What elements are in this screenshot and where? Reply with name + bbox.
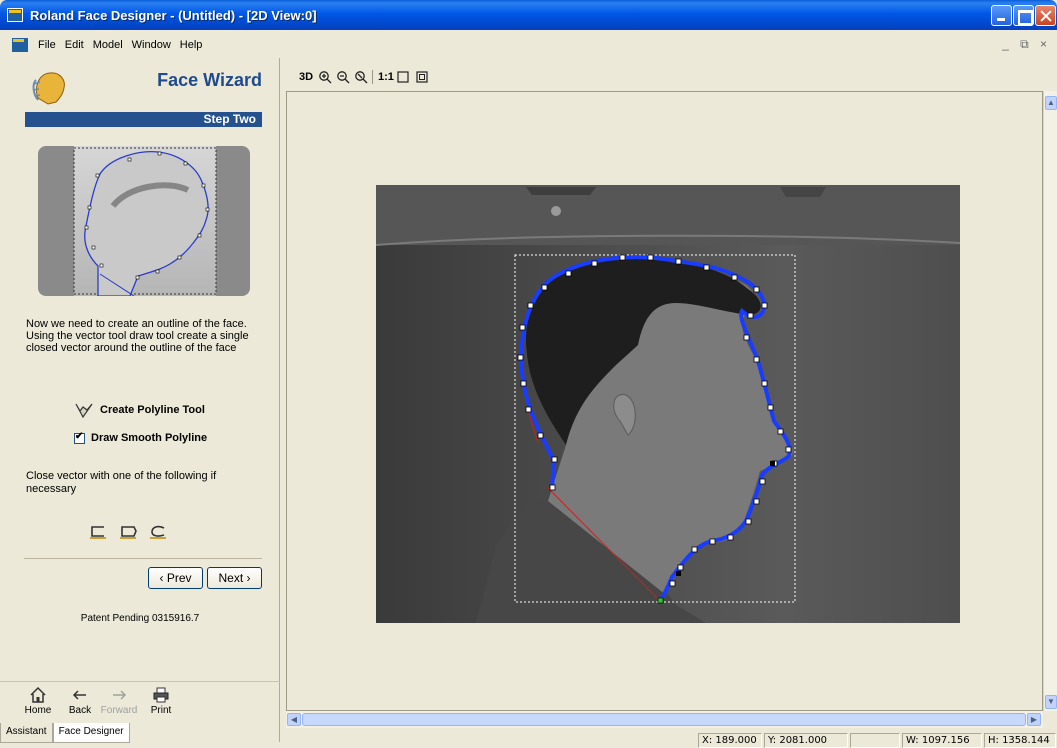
minimize-button[interactable] [991,5,1012,26]
horizontal-scrollbar[interactable]: ◀ ▶ [286,711,1043,728]
zoom-in-icon[interactable] [318,70,332,84]
back-arrow-icon [72,690,86,700]
forward-button[interactable]: Forward [99,686,139,716]
menu-edit[interactable]: Edit [65,39,84,51]
vertical-scrollbar[interactable]: ▲ ▼ [1043,91,1057,711]
actual-size-button[interactable]: 1:1 [378,71,394,83]
printer-icon [153,687,169,703]
home-icon [30,686,46,703]
polyline-tool-icon [75,403,93,419]
home-label: Home [24,705,52,716]
close-curve-icon[interactable] [148,524,168,540]
polyline-tool-label: Create Polyline Tool [100,404,205,416]
zoom-to-fit-icon[interactable] [416,71,428,83]
zoom-previous-icon[interactable] [354,70,368,84]
menu-help[interactable]: Help [180,39,203,51]
tab-assistant[interactable]: Assistant [0,723,53,743]
view-toolbar: 3D 1:1 [287,63,1057,88]
toolbar-separator [372,70,373,84]
panel-divider [24,558,262,559]
create-polyline-tool[interactable]: Create Polyline Tool [74,400,205,420]
face-photo[interactable] [376,185,960,623]
home-button[interactable]: Home [18,686,58,716]
tab-face-designer[interactable]: Face Designer [52,723,130,743]
close-vector-text: Close vector with one of the following i… [26,470,217,495]
status-x: X: 189.000 [698,733,762,748]
menu-bar: File Edit Model Window Help _ ⧉ × [0,35,1057,55]
smooth-polyline-label: Draw Smooth Polyline [91,432,208,444]
print-button[interactable]: Print [141,686,181,716]
menu-file[interactable]: File [38,39,56,51]
menu-window[interactable]: Window [132,39,171,51]
status-width: W: 1097.156 [902,733,982,748]
mdi-window-controls[interactable]: _ ⧉ × [1002,37,1051,52]
scroll-right-icon[interactable]: ▶ [1027,713,1041,726]
close-tangent-icon[interactable] [118,524,138,540]
example-preview-image [38,146,250,296]
scroll-down-icon[interactable]: ▼ [1045,695,1057,709]
close-vector-tools [88,524,168,540]
prev-button[interactable]: ‹ Prev [148,567,203,589]
forward-arrow-icon [113,690,127,700]
status-empty [850,733,900,748]
3d-view-button[interactable]: 3D [299,71,313,83]
close-button[interactable] [1035,5,1056,26]
assistant-panel: Face Wizard Step Two Now we need to crea… [0,58,280,743]
forward-label: Forward [100,705,138,716]
status-bar: X: 189.000 Y: 2081.000 W: 1097.156 H: 13… [286,730,1057,748]
zoom-out-icon[interactable] [336,70,350,84]
panel-tabs: Assistant Face Designer [0,723,130,743]
title-bar: Roland Face Designer - (Untitled) - [2D … [0,0,1057,30]
close-straight-icon[interactable] [88,524,108,540]
fit-page-icon[interactable] [397,71,409,83]
horizontal-scroll-thumb[interactable] [302,713,1026,726]
maximize-button[interactable] [1013,5,1034,26]
step-instructions: Now we need to create an outline of the … [26,318,249,354]
print-label: Print [150,705,172,716]
status-y: Y: 2081.000 [764,733,848,748]
scroll-left-icon[interactable]: ◀ [287,713,301,726]
app-icon[interactable] [7,8,23,22]
patent-notice: Patent Pending 0315916.7 [80,613,200,624]
document-icon[interactable] [12,38,28,52]
status-height: H: 1358.144 [984,733,1056,748]
back-button[interactable]: Back [60,686,100,716]
back-label: Back [68,705,92,716]
face-wizard-icon [32,72,65,105]
wizard-title: Face Wizard [157,70,262,90]
menu-model[interactable]: Model [93,39,123,51]
assistant-toolbar: Home Back Forward Print [0,681,280,721]
window-title: Roland Face Designer - (Untitled) - [2D … [30,8,317,23]
scroll-up-icon[interactable]: ▲ [1045,96,1057,110]
smooth-polyline-checkbox[interactable] [74,431,85,444]
step-indicator: Step Two [25,112,262,127]
next-button[interactable]: Next › [207,567,262,589]
draw-smooth-polyline-option[interactable]: Draw Smooth Polyline [74,430,207,446]
